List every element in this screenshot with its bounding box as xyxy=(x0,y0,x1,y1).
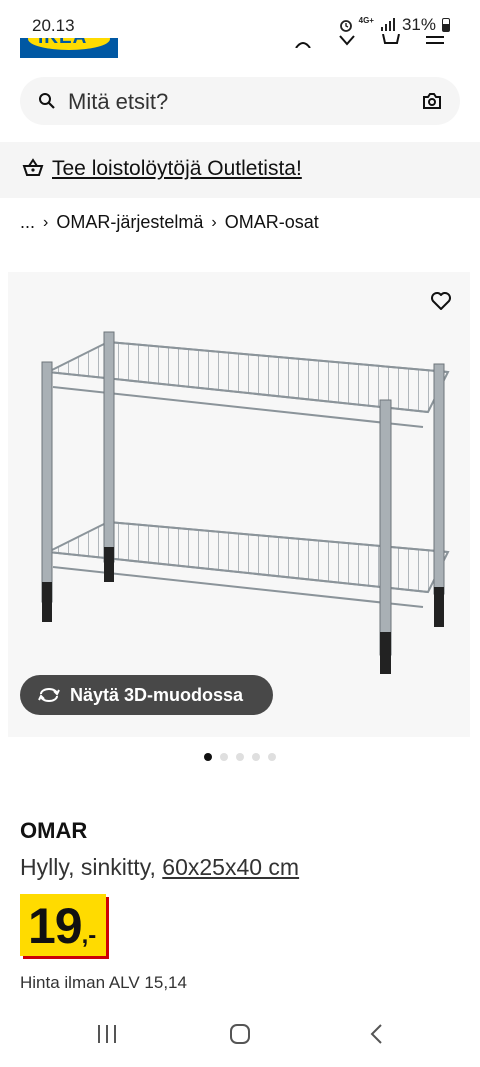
price-without-vat: Hinta ilman ALV 15,14 xyxy=(20,973,187,992)
recent-apps-icon[interactable] xyxy=(96,1023,118,1045)
alarm-icon xyxy=(339,20,352,32)
gallery-dot[interactable] xyxy=(236,753,244,761)
breadcrumb-item-omar-parts[interactable]: OMAR-osat xyxy=(225,212,319,233)
battery-percent: 31% xyxy=(401,15,436,34)
view-3d-label: Näytä 3D-muodossa xyxy=(70,684,244,705)
gallery-dot[interactable] xyxy=(252,753,260,761)
camera-icon[interactable] xyxy=(422,91,442,111)
outlet-basket-icon xyxy=(22,158,44,176)
gallery-dot[interactable] xyxy=(220,753,228,761)
product-name: OMAR xyxy=(20,818,88,843)
breadcrumb-item-omar-system[interactable]: OMAR-järjestelmä xyxy=(56,212,203,233)
search-bar[interactable]: Mitä etsit? xyxy=(20,77,460,125)
chevron-right-icon: › xyxy=(43,213,49,231)
header-actions xyxy=(292,34,446,48)
wishlist-icon[interactable] xyxy=(336,34,358,48)
breadcrumb-ellipsis[interactable]: ... xyxy=(20,212,35,233)
menu-icon[interactable] xyxy=(424,34,446,48)
account-icon[interactable] xyxy=(292,34,314,48)
chevron-right-icon: › xyxy=(211,213,217,231)
status-time: 20.13 xyxy=(32,16,75,35)
ikea-logo[interactable]: IKEA xyxy=(20,38,118,58)
outlet-promo-banner[interactable]: Tee loistolöytöjä Outletista! xyxy=(0,142,480,198)
network-type: 4G+ xyxy=(358,15,374,25)
back-icon[interactable] xyxy=(366,1023,388,1045)
price-tag: 19 ,- xyxy=(20,894,107,956)
product-type: Hylly, sinkitty, xyxy=(20,854,156,880)
search-icon xyxy=(39,93,55,109)
view-3d-button[interactable]: Näytä 3D-muodossa xyxy=(20,675,273,715)
outlet-link[interactable]: Tee loistolöytöjä Outletista! xyxy=(52,157,302,181)
battery-icon xyxy=(442,18,450,32)
rotate-3d-icon xyxy=(38,688,60,702)
system-navigation-bar xyxy=(0,1005,480,1067)
gallery-pagination xyxy=(204,753,276,761)
status-icons: 4G+ 31% xyxy=(339,15,450,35)
gallery-dot[interactable] xyxy=(268,753,276,761)
heart-icon[interactable] xyxy=(430,290,452,312)
home-icon[interactable] xyxy=(229,1023,251,1045)
product-description: Hylly, sinkitty, 60x25x40 cm xyxy=(20,854,299,881)
signal-icon xyxy=(380,18,395,31)
gallery-dot[interactable] xyxy=(204,753,212,761)
price-integer: 19 xyxy=(28,898,83,954)
price-decimal: ,- xyxy=(81,922,97,949)
cart-icon[interactable] xyxy=(380,34,402,48)
product-image-shelf xyxy=(41,331,450,674)
product-dimensions-link[interactable]: 60x25x40 cm xyxy=(162,854,299,880)
search-input[interactable]: Mitä etsit? xyxy=(68,89,168,115)
breadcrumb: ... › OMAR-järjestelmä › OMAR-osat xyxy=(20,212,319,233)
product-gallery[interactable] xyxy=(8,272,470,737)
